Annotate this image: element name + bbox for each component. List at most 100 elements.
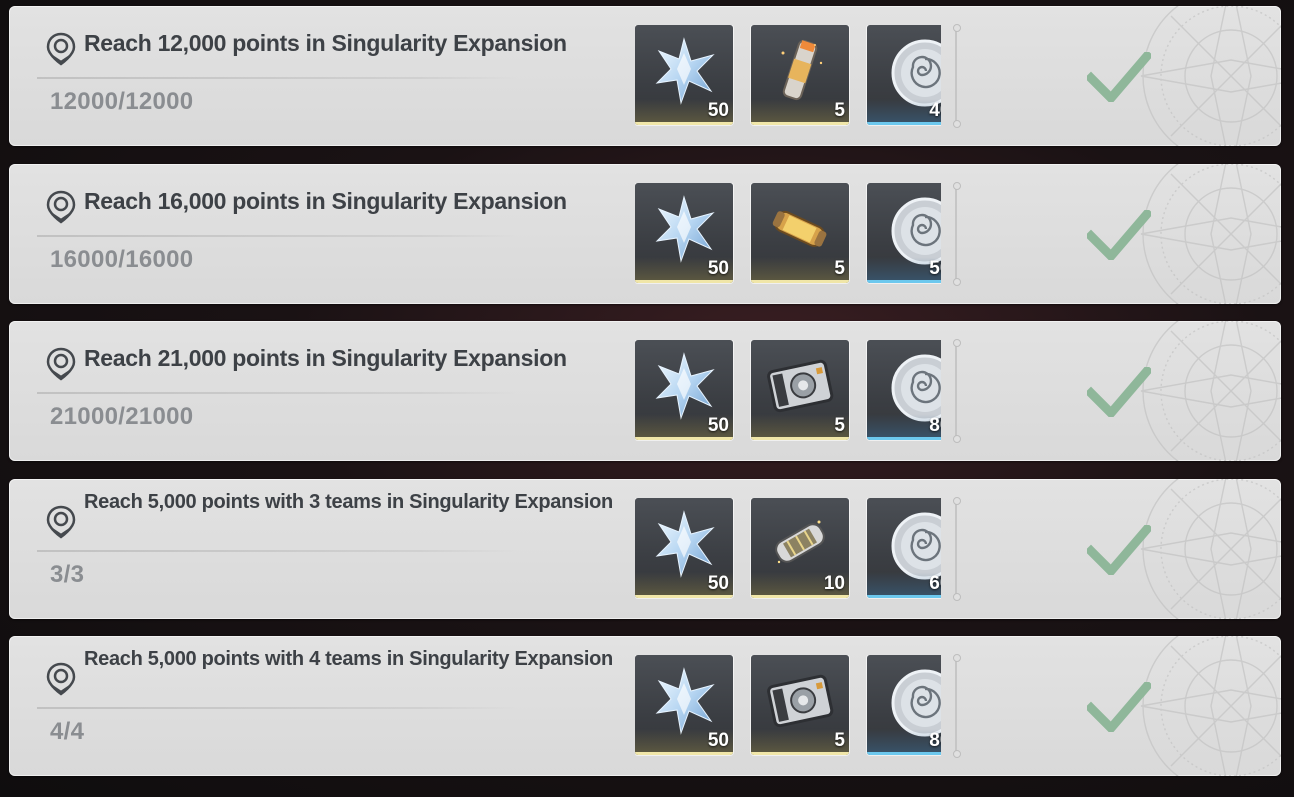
reward-list: 50 5 400	[635, 25, 941, 127]
reward-rarity-bar	[635, 280, 733, 283]
divider	[37, 392, 517, 394]
silver-coin-icon	[891, 39, 941, 107]
mission-title: Reach 16,000 points in Singularity Expan…	[84, 188, 567, 214]
reward-rarity-bar	[867, 752, 941, 755]
gold-capsule-icon	[772, 210, 827, 247]
reward-list: 50 5 800	[635, 655, 941, 757]
reward-rarity-bar	[635, 595, 733, 598]
checkmark-icon	[1084, 364, 1154, 420]
reward-list: 50 5 800	[635, 340, 941, 442]
reward-quantity: 50	[707, 415, 729, 436]
reward-item[interactable]: 800	[867, 655, 941, 755]
reward-scrollbar[interactable]	[953, 654, 961, 758]
location-pin-icon	[46, 505, 76, 539]
divider	[37, 235, 517, 237]
location-pin-icon	[46, 32, 76, 66]
reward-item[interactable]: 50	[635, 183, 733, 283]
silver-capsule-icon	[775, 520, 825, 564]
reward-item[interactable]: 50	[635, 498, 733, 598]
reward-quantity: 5	[834, 258, 845, 279]
reward-rarity-bar	[867, 595, 941, 598]
reward-quantity: 400	[929, 100, 941, 121]
reward-quantity: 50	[707, 573, 729, 594]
reward-item[interactable]: 5	[751, 655, 849, 755]
mission-progress: 21000/21000	[50, 403, 194, 430]
reward-scrollbar[interactable]	[953, 497, 961, 601]
reward-rarity-bar	[867, 280, 941, 283]
mission-card: Reach 16,000 points in Singularity Expan…	[9, 164, 1281, 304]
reward-item[interactable]: 50	[635, 340, 733, 440]
checkmark-icon	[1084, 207, 1154, 263]
crystal-star-icon	[655, 510, 715, 578]
reward-item[interactable]: 10	[751, 498, 849, 598]
crystal-star-icon	[655, 352, 715, 420]
mission-title: Reach 5,000 points with 3 teams in Singu…	[84, 491, 613, 513]
mission-title: Reach 12,000 points in Singularity Expan…	[84, 30, 567, 56]
device-plate-icon	[767, 674, 834, 728]
reward-quantity: 5	[834, 100, 845, 121]
reward-quantity: 10	[823, 573, 845, 594]
silver-coin-icon	[891, 354, 941, 422]
divider	[37, 550, 517, 552]
mission-card: Reach 12,000 points in Singularity Expan…	[9, 6, 1281, 146]
mission-progress: 16000/16000	[50, 246, 194, 273]
reward-item[interactable]: 5	[751, 183, 849, 283]
crystal-star-icon	[655, 37, 715, 105]
mission-progress: 4/4	[50, 718, 85, 745]
crystal-star-icon	[655, 667, 715, 735]
reward-quantity: 50	[707, 258, 729, 279]
reward-item[interactable]: 50	[635, 25, 733, 125]
mission-card: Reach 21,000 points in Singularity Expan…	[9, 321, 1281, 461]
reward-rarity-bar	[751, 437, 849, 440]
crystal-star-icon	[655, 195, 715, 263]
reward-item[interactable]: 50	[635, 655, 733, 755]
reward-list: 50 10 600	[635, 498, 941, 600]
silver-coin-icon	[891, 197, 941, 265]
tonic-vial-icon	[781, 39, 823, 101]
reward-item[interactable]: 5	[751, 25, 849, 125]
reward-quantity: 5	[834, 730, 845, 751]
reward-quantity: 50	[707, 100, 729, 121]
reward-quantity: 800	[929, 415, 941, 436]
reward-scrollbar[interactable]	[953, 182, 961, 286]
mission-progress: 3/3	[50, 561, 85, 588]
checkmark-icon	[1084, 679, 1154, 735]
mission-title: Reach 5,000 points with 4 teams in Singu…	[84, 648, 613, 670]
reward-rarity-bar	[635, 122, 733, 125]
reward-rarity-bar	[867, 122, 941, 125]
reward-scrollbar[interactable]	[953, 24, 961, 128]
reward-item[interactable]: 600	[867, 498, 941, 598]
reward-rarity-bar	[751, 280, 849, 283]
reward-rarity-bar	[751, 752, 849, 755]
mission-title: Reach 21,000 points in Singularity Expan…	[84, 345, 567, 371]
silver-coin-icon	[891, 669, 941, 737]
mission-card: Reach 5,000 points with 3 teams in Singu…	[9, 479, 1281, 619]
reward-list: 50 5 500	[635, 183, 941, 285]
checkmark-icon	[1084, 49, 1154, 105]
mission-card: Reach 5,000 points with 4 teams in Singu…	[9, 636, 1281, 776]
location-pin-icon	[46, 662, 76, 696]
reward-item[interactable]: 800	[867, 340, 941, 440]
location-pin-icon	[46, 347, 76, 381]
reward-rarity-bar	[867, 437, 941, 440]
divider	[37, 707, 517, 709]
reward-scrollbar[interactable]	[953, 339, 961, 443]
reward-rarity-bar	[751, 595, 849, 598]
reward-item[interactable]: 400	[867, 25, 941, 125]
divider	[37, 77, 517, 79]
reward-item[interactable]: 5	[751, 340, 849, 440]
reward-quantity: 50	[707, 730, 729, 751]
reward-quantity: 5	[834, 415, 845, 436]
reward-rarity-bar	[635, 437, 733, 440]
device-plate-icon	[767, 359, 834, 413]
reward-quantity: 800	[929, 730, 941, 751]
reward-rarity-bar	[635, 752, 733, 755]
mission-progress: 12000/12000	[50, 88, 194, 115]
location-pin-icon	[46, 190, 76, 224]
reward-rarity-bar	[751, 122, 849, 125]
reward-quantity: 500	[929, 258, 941, 279]
silver-coin-icon	[891, 512, 941, 580]
reward-item[interactable]: 500	[867, 183, 941, 283]
checkmark-icon	[1084, 522, 1154, 578]
reward-quantity: 600	[929, 573, 941, 594]
